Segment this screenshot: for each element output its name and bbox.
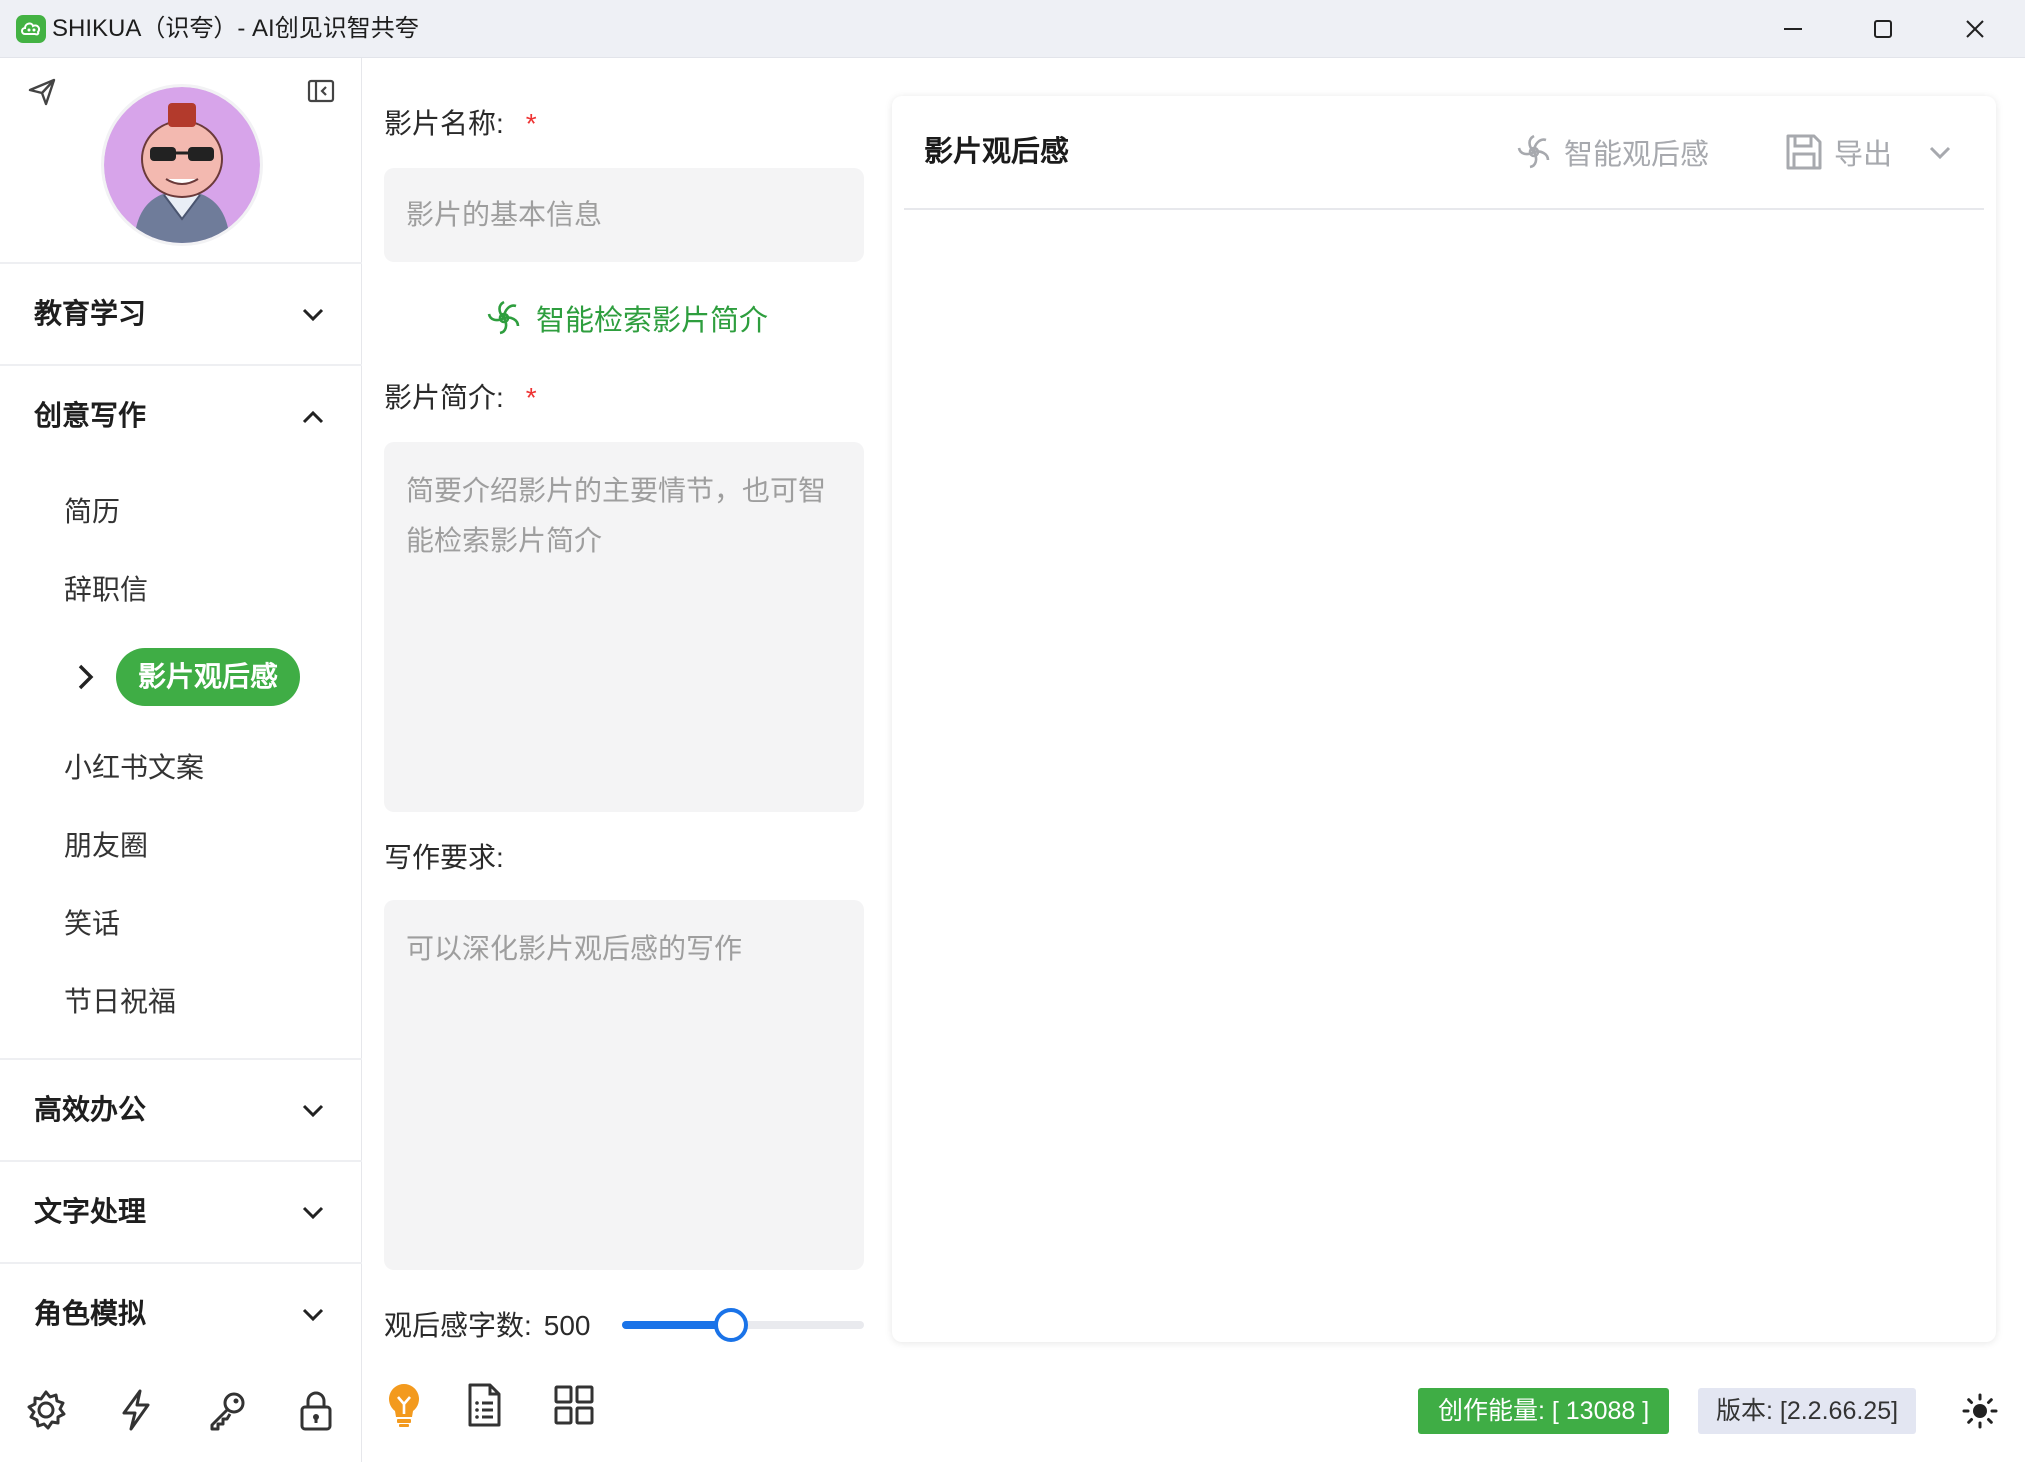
version-badge: 版本: [2.2.66.25] xyxy=(1698,1388,1917,1434)
title-bar: SHIKUA（识夸）- AI创见识智共夸 xyxy=(0,0,2025,58)
smart-review-label: 智能观后感 xyxy=(1564,139,1710,171)
key-icon[interactable] xyxy=(202,1384,254,1436)
word-count-slider[interactable] xyxy=(622,1308,864,1342)
group-label: 文字处理 xyxy=(34,1196,147,1227)
movie-title-label-text: 影片名称: xyxy=(384,108,504,139)
sidebar-item-jokes[interactable]: 笑话 xyxy=(64,906,120,942)
window-title: SHIKUA（识夸）- AI创见识智共夸 xyxy=(52,15,419,42)
sidebar-item-movie-review[interactable]: 影片观后感 xyxy=(70,648,301,706)
sidebar-item-moments[interactable]: 朋友圈 xyxy=(64,828,148,864)
app-logo-icon xyxy=(16,15,46,43)
word-count-value: 500 xyxy=(543,1310,591,1341)
energy-badge: 创作能量: [ 13088 ] xyxy=(1418,1388,1670,1434)
avatar[interactable] xyxy=(101,84,263,246)
required-mark: * xyxy=(525,108,537,139)
group-header-role-play[interactable]: 角色模拟 xyxy=(0,1264,362,1364)
minimize-button[interactable] xyxy=(1748,0,1838,58)
chevron-up-icon xyxy=(298,402,328,437)
word-count-label-text: 观后感字数: xyxy=(384,1310,532,1341)
synopsis-textarea[interactable] xyxy=(384,442,864,812)
movie-title-input[interactable] xyxy=(384,168,864,262)
result-panel: 影片观后感 智能观后感 导出 xyxy=(892,96,1996,1342)
theme-toggle-sun-icon[interactable] xyxy=(1958,1388,2002,1434)
synopsis-label-text: 影片简介: xyxy=(384,382,504,413)
word-count-label: 观后感字数: 500 xyxy=(384,1306,591,1346)
result-title: 影片观后感 xyxy=(924,136,1070,168)
chevron-down-icon xyxy=(298,300,328,335)
grid-icon[interactable] xyxy=(549,1380,599,1430)
maximize-button[interactable] xyxy=(1838,0,1928,58)
send-icon[interactable] xyxy=(26,76,58,113)
group-label: 角色模拟 xyxy=(34,1298,147,1329)
required-mark: * xyxy=(525,382,537,413)
group-label: 高效办公 xyxy=(34,1094,147,1125)
result-header-divider xyxy=(904,208,1984,210)
chevron-down-icon xyxy=(298,1300,328,1335)
group-label: 教育学习 xyxy=(34,298,147,329)
export-dropdown-button[interactable] xyxy=(1926,130,1964,174)
close-button[interactable] xyxy=(1930,0,2020,58)
chevron-right-icon xyxy=(70,662,100,697)
sidebar-item-resignation-letter[interactable]: 辞职信 xyxy=(64,572,148,608)
document-list-icon[interactable] xyxy=(459,1380,509,1430)
group-header-creative-writing[interactable]: 创意写作 xyxy=(0,366,362,466)
sidebar-item-holiday-greetings[interactable]: 节日祝福 xyxy=(64,984,176,1020)
group-header-text-processing[interactable]: 文字处理 xyxy=(0,1162,362,1262)
movie-title-label: 影片名称: * xyxy=(384,106,537,142)
sidebar-item-xiaohongshu[interactable]: 小红书文案 xyxy=(64,750,204,786)
chevron-down-icon xyxy=(298,1096,328,1131)
sidebar-item-resume[interactable]: 简历 xyxy=(64,494,120,530)
smart-review-button[interactable]: 智能观后感 xyxy=(1514,130,1709,174)
sidebar: 教育学习 创意写作 简历 辞职信 影片观后感 小红书文案 朋友圈 笑话 节日祝福… xyxy=(0,58,362,1462)
avatar-illustration-icon xyxy=(104,87,260,243)
slider-thumb[interactable] xyxy=(714,1308,748,1342)
requirements-label: 写作要求: xyxy=(384,842,504,873)
smart-search-synopsis-button[interactable]: 智能检索影片简介 xyxy=(484,294,768,342)
chevron-down-icon xyxy=(298,1198,328,1233)
active-item-pill: 影片观后感 xyxy=(116,648,301,706)
group-label: 创意写作 xyxy=(34,400,147,431)
lightbulb-icon[interactable] xyxy=(379,1380,429,1430)
collapse-sidebar-icon[interactable] xyxy=(306,76,336,111)
ai-swirl-icon xyxy=(1517,134,1550,169)
chevron-down-icon xyxy=(1929,146,1951,160)
export-label: 导出 xyxy=(1834,139,1893,171)
smart-search-label: 智能检索影片简介 xyxy=(536,305,769,337)
export-button[interactable]: 导出 xyxy=(1784,130,1892,174)
save-icon xyxy=(1786,134,1822,170)
ai-swirl-icon xyxy=(487,300,520,335)
lock-icon[interactable] xyxy=(290,1384,342,1436)
lightning-icon[interactable] xyxy=(110,1384,162,1436)
group-header-education[interactable]: 教育学习 xyxy=(0,264,362,364)
group-header-office[interactable]: 高效办公 xyxy=(0,1060,362,1160)
settings-icon[interactable] xyxy=(20,1384,72,1436)
requirements-textarea[interactable] xyxy=(384,900,864,1270)
synopsis-label: 影片简介: * xyxy=(384,380,537,416)
